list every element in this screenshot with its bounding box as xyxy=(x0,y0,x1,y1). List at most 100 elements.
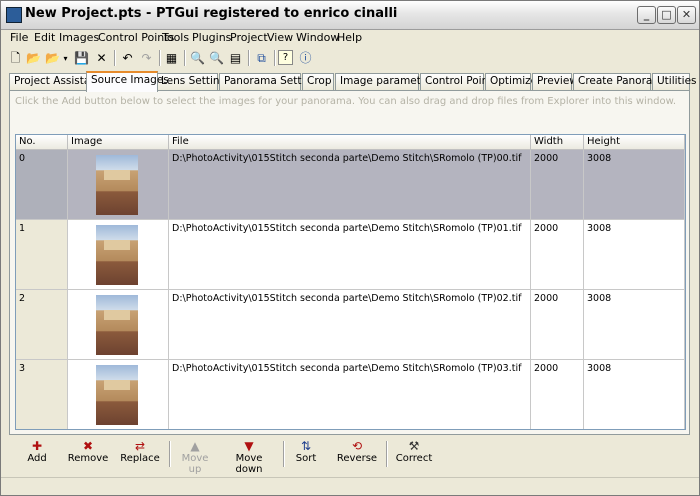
table-row[interactable]: 2 D:\PhotoActivity\015Stitch seconda par… xyxy=(16,290,685,360)
image-thumbnail xyxy=(96,365,138,425)
tab-utilities[interactable]: Utilities xyxy=(652,73,697,90)
toolbar-separator xyxy=(248,50,250,66)
move-down-button[interactable]: ▼ Move down xyxy=(222,439,276,475)
menu-help[interactable]: Help xyxy=(337,31,362,44)
tab-crop[interactable]: Crop xyxy=(302,73,334,90)
menu-images[interactable]: Images xyxy=(59,31,99,44)
correct-button[interactable]: ⚒ Correct xyxy=(394,439,434,469)
add-image-icon: ✚ xyxy=(31,439,43,453)
column-header-file[interactable]: File xyxy=(169,135,531,150)
file-path: D:\PhotoActivity\015Stitch seconda parte… xyxy=(169,360,531,429)
image-thumbnail-cell xyxy=(68,290,169,359)
correct-icon: ⚒ xyxy=(408,439,420,453)
toolbar: 🗋 📂 📂 ▾ 💾 ✕ ↶ ↷ ▦ 🔍 🔍 ▤ ⧉ ? ⓘ xyxy=(1,47,699,69)
button-separator xyxy=(169,441,171,467)
image-thumbnail xyxy=(96,225,138,285)
menu-view[interactable]: View xyxy=(267,31,293,44)
column-header-no[interactable]: No. xyxy=(16,135,68,150)
move-down-label: Move down xyxy=(235,453,263,475)
image-width: 2000 xyxy=(531,290,584,359)
image-height: 3008 xyxy=(584,290,685,359)
close-project-icon[interactable]: ✕ xyxy=(93,50,110,67)
project-settings-icon[interactable]: ▦ xyxy=(163,50,180,67)
image-thumbnail-cell xyxy=(68,360,169,429)
menu-project[interactable]: Project xyxy=(230,31,268,44)
row-number: 3 xyxy=(16,360,68,429)
table-row[interactable]: 3 D:\PhotoActivity\015Stitch seconda par… xyxy=(16,360,685,429)
menu-tools[interactable]: Tools xyxy=(162,31,189,44)
table-row[interactable]: 0 D:\PhotoActivity\015Stitch seconda par… xyxy=(16,150,685,220)
tab-panorama-settings[interactable]: Panorama Settings xyxy=(219,73,323,90)
instructions-text: Click the Add button below to select the… xyxy=(15,96,677,107)
button-separator xyxy=(283,441,285,467)
status-bar xyxy=(1,477,699,496)
maximize-button[interactable]: □ xyxy=(657,6,676,24)
info-icon[interactable]: ⓘ xyxy=(297,50,314,67)
redo-icon[interactable]: ↷ xyxy=(138,50,155,67)
table-icon[interactable]: ▤ xyxy=(227,50,244,67)
add-button[interactable]: ✚ Add xyxy=(19,439,55,469)
replace-image-icon: ⇄ xyxy=(134,439,146,453)
images-table[interactable]: No. Image File Width Height 0 D:\PhotoAc… xyxy=(15,134,686,430)
image-width: 2000 xyxy=(531,220,584,289)
app-window: New Project.pts - PTGui registered to en… xyxy=(0,0,700,496)
menu-plugins[interactable]: Plugins xyxy=(192,31,231,44)
column-header-height[interactable]: Height xyxy=(584,135,685,150)
reverse-label: Reverse xyxy=(336,453,378,464)
app-icon xyxy=(6,7,22,23)
file-path: D:\PhotoActivity\015Stitch seconda parte… xyxy=(169,220,531,289)
window-title: New Project.pts - PTGui registered to en… xyxy=(25,6,398,21)
toolbar-separator xyxy=(159,50,161,66)
image-actions-bar: ✚ Add ✖ Remove ⇄ Replace ▲ Move up ▼ Move dow… xyxy=(9,437,690,475)
replace-label: Replace xyxy=(120,453,160,464)
tab-project-assistant[interactable]: Project Assistant xyxy=(9,73,101,90)
sort-icon: ⇅ xyxy=(300,439,312,453)
windows-icon[interactable]: ⧉ xyxy=(253,50,270,67)
move-up-button[interactable]: ▲ Move up xyxy=(175,439,215,475)
image-width: 2000 xyxy=(531,150,584,219)
reverse-icon: ⟲ xyxy=(351,439,363,453)
move-up-label: Move up xyxy=(181,453,209,475)
menu-bar: File Edit Images Control Points Tools Pl… xyxy=(1,29,699,47)
column-header-image[interactable]: Image xyxy=(68,135,169,150)
tab-create-panorama[interactable]: Create Panorama xyxy=(573,73,669,90)
zoom-out-icon[interactable]: 🔍 xyxy=(208,50,225,67)
chevron-down-icon[interactable]: ▾ xyxy=(57,50,74,67)
image-thumbnail-cell xyxy=(68,150,169,219)
tab-control-points[interactable]: Control Points xyxy=(420,73,498,90)
sort-button[interactable]: ⇅ Sort xyxy=(291,439,321,469)
correct-label: Correct xyxy=(395,453,433,464)
open-icon[interactable]: 📂 xyxy=(25,50,42,67)
tab-preview[interactable]: Preview xyxy=(532,73,578,90)
zoom-in-icon[interactable]: 🔍 xyxy=(189,50,206,67)
save-icon[interactable]: 💾 xyxy=(73,50,90,67)
tab-strip: Project Assistant Source Images Lens Set… xyxy=(1,71,699,92)
image-thumbnail xyxy=(96,295,138,355)
column-header-width[interactable]: Width xyxy=(531,135,584,150)
button-separator xyxy=(386,441,388,467)
toolbar-separator xyxy=(184,50,186,66)
reverse-button[interactable]: ⟲ Reverse xyxy=(336,439,378,469)
help-icon[interactable]: ? xyxy=(278,50,293,65)
move-down-icon: ▼ xyxy=(244,439,254,453)
toolbar-separator xyxy=(114,50,116,66)
toolbar-separator xyxy=(274,50,276,66)
title-bar: New Project.pts - PTGui registered to en… xyxy=(1,1,699,30)
minimize-button[interactable]: _ xyxy=(637,6,656,24)
remove-button[interactable]: ✖ Remove xyxy=(67,439,109,469)
menu-file[interactable]: File xyxy=(10,31,28,44)
table-row[interactable]: 1 D:\PhotoActivity\015Stitch seconda par… xyxy=(16,220,685,290)
new-icon[interactable]: 🗋 xyxy=(7,50,24,67)
close-button[interactable]: ✕ xyxy=(677,6,696,24)
file-path: D:\PhotoActivity\015Stitch seconda parte… xyxy=(169,290,531,359)
menu-edit[interactable]: Edit xyxy=(34,31,55,44)
file-path: D:\PhotoActivity\015Stitch seconda parte… xyxy=(169,150,531,219)
tab-image-parameters[interactable]: Image parameters xyxy=(335,73,437,90)
image-height: 3008 xyxy=(584,360,685,429)
tab-optimizer[interactable]: Optimizer xyxy=(485,73,541,90)
tab-source-images[interactable]: Source Images xyxy=(86,71,169,92)
undo-icon[interactable]: ↶ xyxy=(119,50,136,67)
replace-button[interactable]: ⇄ Replace xyxy=(119,439,161,469)
row-number: 1 xyxy=(16,220,68,289)
menu-window[interactable]: Window xyxy=(296,31,339,44)
